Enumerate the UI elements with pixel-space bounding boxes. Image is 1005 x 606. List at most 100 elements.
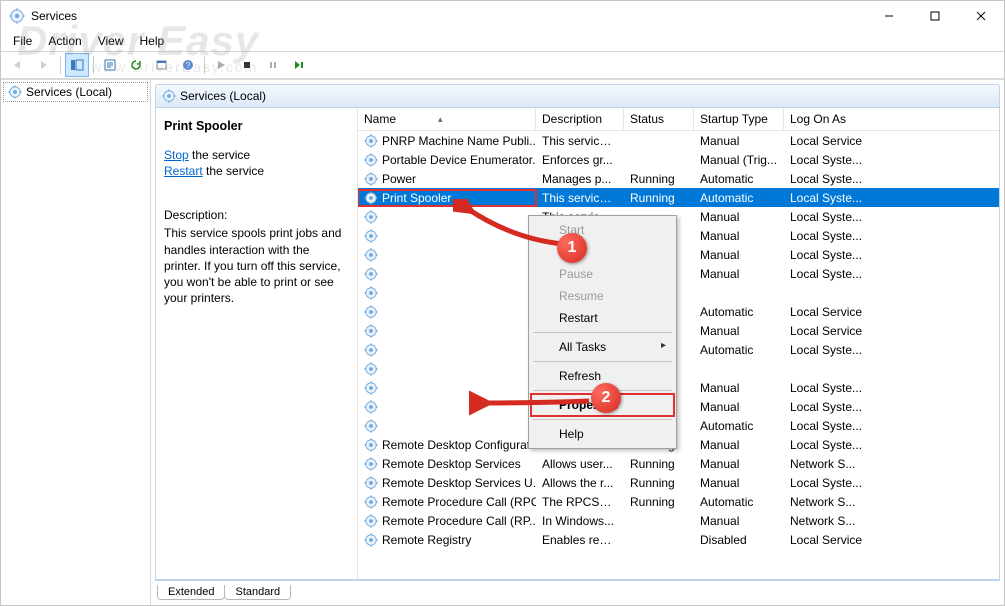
table-row[interactable]: PNRP Machine Name Publi...This service .… xyxy=(358,131,999,150)
context-item-all-tasks[interactable]: All Tasks xyxy=(531,336,674,358)
table-row[interactable]: Remote Desktop ServicesAllows user...Run… xyxy=(358,454,999,473)
service-logon: Network S... xyxy=(784,494,874,510)
table-row[interactable]: Enables a ...ManualLocal Syste... xyxy=(358,378,999,397)
service-status xyxy=(624,539,694,541)
tab-standard[interactable]: Standard xyxy=(224,585,291,600)
close-button[interactable] xyxy=(958,1,1004,31)
service-logon: Local Syste... xyxy=(784,342,874,358)
service-name: Remote Desktop Services xyxy=(382,457,521,471)
service-name: PNRP Machine Name Publi... xyxy=(382,134,536,148)
col-desc[interactable]: Description xyxy=(536,108,624,130)
table-row[interactable]: Portable Device Enumerator...Enforces gr… xyxy=(358,150,999,169)
service-startup xyxy=(694,368,784,370)
service-startup: Manual xyxy=(694,228,784,244)
table-row[interactable]: Workfl...RunningManualLocal Syste... xyxy=(358,226,999,245)
service-startup: Manual (Trig... xyxy=(694,152,784,168)
bottom-tabs: Extended Standard xyxy=(155,580,1000,601)
service-logon: Local Syste... xyxy=(784,266,874,282)
stop-service-button[interactable] xyxy=(235,53,259,77)
nav-back-button[interactable] xyxy=(6,53,30,77)
selected-service-title: Print Spooler xyxy=(164,118,347,135)
context-menu: StartStopPauseResumeRestartAll TasksRefr… xyxy=(528,215,677,449)
help-button[interactable]: ? xyxy=(176,53,200,77)
table-row[interactable]: Remote Procedure Call (RP...In Windows..… xyxy=(358,511,999,530)
service-status xyxy=(624,520,694,522)
context-item-refresh[interactable]: Refresh xyxy=(531,365,674,387)
service-name: Remote Procedure Call (RPC) xyxy=(382,495,536,509)
pane-header: Services (Local) xyxy=(155,84,1000,108)
service-icon xyxy=(364,381,378,395)
col-start[interactable]: Startup Type xyxy=(694,108,784,130)
service-startup xyxy=(694,292,784,294)
table-row[interactable]: Creates a co...ManualLocal Syste... xyxy=(358,397,999,416)
service-icon xyxy=(364,495,378,509)
nav-services-local[interactable]: Services (Local) xyxy=(3,82,148,102)
content-area: Services (Local) Services (Local) Print … xyxy=(1,79,1004,605)
table-row[interactable]: Remote Desktop Configurati...Remote Des.… xyxy=(358,435,999,454)
window-title: Services xyxy=(31,9,866,23)
link-restart-service[interactable]: Restart xyxy=(164,164,203,178)
navigation-pane[interactable]: Services (Local) xyxy=(1,80,151,605)
service-status: Running xyxy=(624,190,694,206)
context-item-restart[interactable]: Restart xyxy=(531,307,674,329)
table-row[interactable]: rvice ...ManualLocal Syste... xyxy=(358,245,999,264)
export-list-button[interactable] xyxy=(98,53,122,77)
service-startup: Automatic xyxy=(694,494,784,510)
link-stop-service[interactable]: Stop xyxy=(164,148,189,162)
service-desc: In Windows... xyxy=(536,513,624,529)
context-item-stop[interactable]: Stop xyxy=(531,241,674,263)
table-row[interactable]: Quality Win...RunningAutomaticLocal Serv… xyxy=(358,302,999,321)
table-row[interactable]: Remote Procedure Call (RPC)The RPCSS s..… xyxy=(358,492,999,511)
menu-action[interactable]: Action xyxy=(40,32,89,50)
context-separator xyxy=(533,332,672,333)
menu-help[interactable]: Help xyxy=(132,32,173,50)
menu-file[interactable]: File xyxy=(5,32,40,50)
context-separator xyxy=(533,390,672,391)
table-row[interactable]: Radio Mana...RunningManualLocal Service xyxy=(358,321,999,340)
table-row[interactable]: Realtek Aud...RunningAutomaticLocal Syst… xyxy=(358,340,999,359)
col-name[interactable]: Name xyxy=(358,108,536,130)
service-status: Running xyxy=(624,456,694,472)
detail-pane: Print Spooler Stop the service Restart t… xyxy=(156,108,358,579)
context-item-help[interactable]: Help xyxy=(531,423,674,445)
service-status xyxy=(624,140,694,142)
service-logon: Network S... xyxy=(784,513,874,529)
service-startup: Automatic xyxy=(694,342,784,358)
service-icon xyxy=(364,476,378,490)
service-icon xyxy=(364,172,378,186)
col-status[interactable]: Status xyxy=(624,108,694,130)
table-row[interactable]: This service ...RunningManualLocal Syste… xyxy=(358,264,999,283)
start-service-button[interactable] xyxy=(209,53,233,77)
col-logon[interactable]: Log On As xyxy=(784,108,874,130)
service-desc: This service ... xyxy=(536,133,624,149)
minimize-button[interactable] xyxy=(866,1,912,31)
context-item-properties[interactable]: Properties xyxy=(531,394,674,416)
service-logon: Network S... xyxy=(784,456,874,472)
nav-forward-button[interactable] xyxy=(32,53,56,77)
service-startup: Manual xyxy=(694,209,784,225)
table-row[interactable]: This service ...ManualLocal Syste... xyxy=(358,207,999,226)
nav-item-label: Services (Local) xyxy=(26,85,112,99)
service-name: Remote Desktop Services U... xyxy=(382,476,536,490)
table-row[interactable]: Print SpoolerThis service ...RunningAuto… xyxy=(358,188,999,207)
table-row[interactable]: Remote Desktop Services U...Allows the r… xyxy=(358,473,999,492)
service-startup: Automatic xyxy=(694,304,784,320)
service-startup: Manual xyxy=(694,266,784,282)
table-row[interactable] xyxy=(358,359,999,378)
properties-button[interactable] xyxy=(150,53,174,77)
restart-service-button[interactable] xyxy=(287,53,311,77)
service-icon xyxy=(364,248,378,262)
maximize-button[interactable] xyxy=(912,1,958,31)
table-row[interactable]: Manages di...RunningAutomaticLocal Syste… xyxy=(358,416,999,435)
table-row[interactable] xyxy=(358,283,999,302)
list-body[interactable]: PNRP Machine Name Publi...This service .… xyxy=(358,131,999,579)
service-status xyxy=(624,159,694,161)
table-row[interactable]: PowerManages p...RunningAutomaticLocal S… xyxy=(358,169,999,188)
pause-service-button[interactable] xyxy=(261,53,285,77)
refresh-button[interactable] xyxy=(124,53,148,77)
menu-view[interactable]: View xyxy=(90,32,132,50)
tab-extended[interactable]: Extended xyxy=(157,585,225,600)
service-desc: This service ... xyxy=(536,190,624,206)
show-hide-tree-button[interactable] xyxy=(65,53,89,77)
table-row[interactable]: Remote RegistryEnables rem...DisabledLoc… xyxy=(358,530,999,549)
